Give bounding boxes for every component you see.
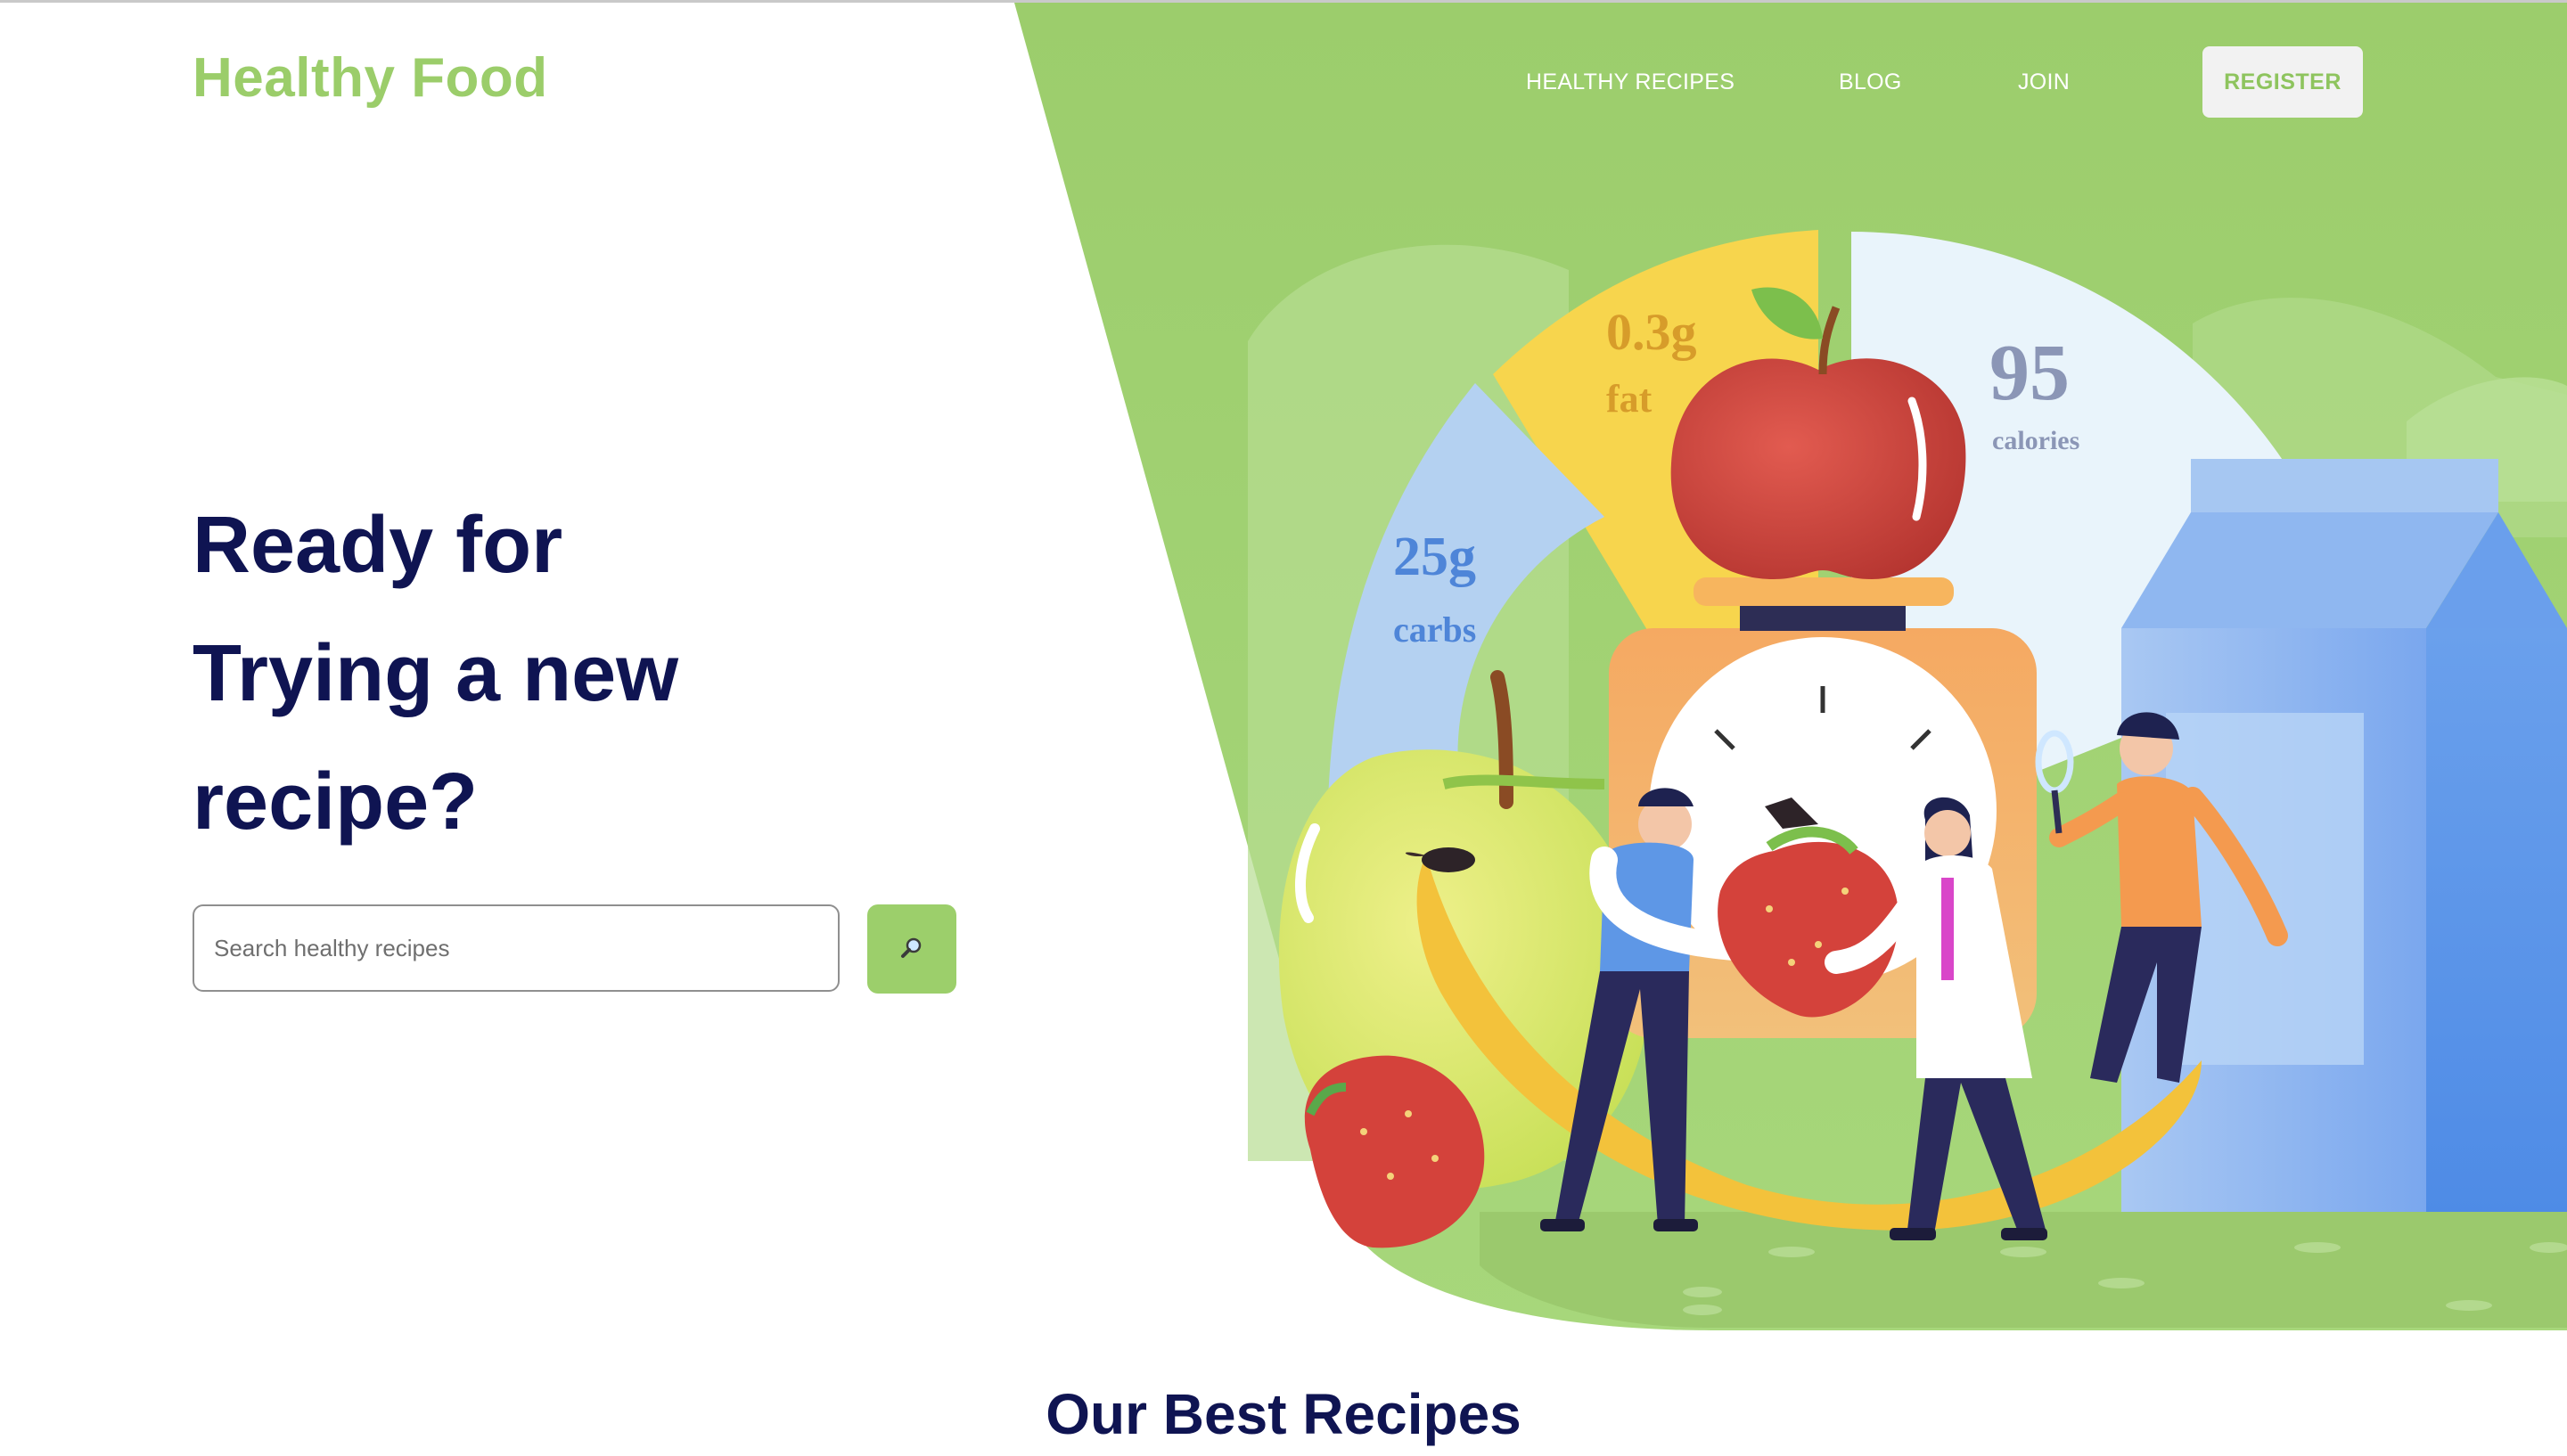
search-button[interactable] [867,904,956,994]
headline-line-2: Trying a new [193,629,679,718]
nav-link-join[interactable]: JOIN [2018,70,2070,95]
search-input[interactable] [193,904,840,992]
headline-line-3: recipe? [193,757,479,847]
search-icon [898,935,925,964]
headline-line-1: Ready for [193,501,563,590]
register-button[interactable]: REGISTER [2202,46,2363,118]
best-recipes-title: Our Best Recipes [1046,1382,1521,1446]
hero-headline: Ready for Trying a new recipe? [193,481,678,866]
nav-link-healthy-recipes[interactable]: HEALTHY RECIPES [1526,70,1735,95]
nav-link-blog[interactable]: BLOG [1839,70,1902,95]
main-navigation: HEALTHY RECIPES BLOG JOIN REGISTER [0,46,2567,118]
